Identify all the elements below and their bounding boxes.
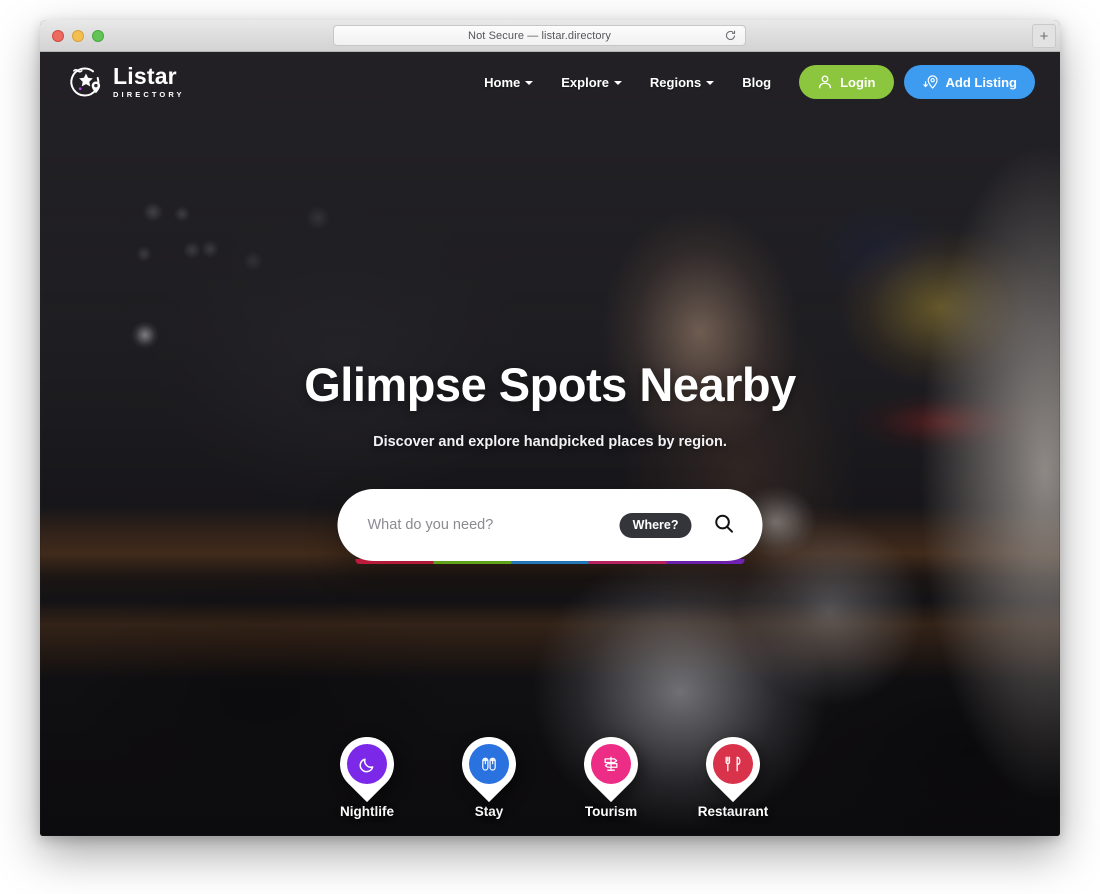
nav-item-regions-label: Regions [649,74,702,90]
search-bar[interactable]: Where? [337,489,763,561]
category-icon-circle [591,744,631,784]
category-icon-circle [713,744,753,784]
category-restaurant[interactable]: Restaurant [690,725,776,819]
address-bar-text: Not Secure — listar.directory [468,29,611,42]
hero-search: Where? [337,489,763,564]
category-label: Tourism [584,804,638,819]
category-icon-circle [469,744,509,784]
login-button[interactable]: Login [799,65,894,99]
user-icon [817,74,833,90]
browser-window: Not Secure — listar.directory + Listar D… [40,20,1060,836]
window-controls [52,30,104,42]
reload-icon[interactable] [724,29,737,42]
category-label: Restaurant [697,804,769,819]
login-button-label: Login [840,74,876,90]
nav-item-blog-label: Blog [742,74,772,90]
category-pin [572,725,650,803]
category-tourism[interactable]: Tourism [568,725,654,819]
nav-item-home[interactable]: Home [470,67,547,98]
add-listing-button-label: Add Listing [945,74,1018,90]
nav-item-regions[interactable]: Regions [636,67,728,98]
category-pin [694,725,772,803]
close-window-button[interactable] [52,30,64,42]
browser-toolbar: Not Secure — listar.directory + [40,20,1060,52]
add-location-pin-icon [922,74,939,91]
site-logo[interactable]: Listar DIRECTORY [68,64,185,100]
add-listing-button[interactable]: Add Listing [903,65,1035,99]
address-bar[interactable]: Not Secure — listar.directory [333,25,746,46]
site-header: Listar DIRECTORY Home Explore Regions Bl… [40,52,1060,112]
chevron-down-icon [525,81,534,85]
maximize-window-button[interactable] [92,30,104,42]
category-pin [450,725,528,803]
main-navigation: Home Explore Regions Blog Login Add List… [470,65,1035,99]
nav-item-explore-label: Explore [561,74,609,90]
category-stay[interactable]: Stay [446,725,532,819]
search-icon [714,513,735,537]
category-pin [328,725,406,803]
new-tab-button[interactable]: + [1032,24,1056,48]
page-subtitle: Discover and explore handpicked places b… [373,434,727,450]
hero-section: Glimpse Spots Nearby Discover and explor… [40,52,1060,836]
logo-name: Listar [113,63,177,90]
moon-icon [357,754,378,775]
where-filter-button[interactable]: Where? [619,512,692,538]
search-input[interactable] [367,517,620,533]
category-list: Nightlife Stay Tourism Restaurant [40,725,1060,819]
listar-logo-icon [68,64,104,100]
category-nightlife[interactable]: Nightlife [324,725,410,819]
nav-item-blog[interactable]: Blog [728,67,785,98]
nav-item-explore[interactable]: Explore [547,67,636,98]
page-content: Listar DIRECTORY Home Explore Regions Bl… [40,52,1060,836]
logo-subtitle: DIRECTORY [113,90,185,100]
category-label: Nightlife [340,804,394,819]
category-icon-circle [347,744,387,784]
search-submit-button[interactable] [708,513,741,537]
signpost-icon [601,754,621,774]
sandals-icon [479,754,499,774]
page-title: Glimpse Spots Nearby [304,358,796,411]
nav-item-home-label: Home [484,74,521,90]
category-label: Stay [474,804,504,819]
chevron-down-icon [613,81,622,85]
cutlery-icon [723,754,743,774]
chevron-down-icon [706,81,715,85]
minimize-window-button[interactable] [72,30,84,42]
